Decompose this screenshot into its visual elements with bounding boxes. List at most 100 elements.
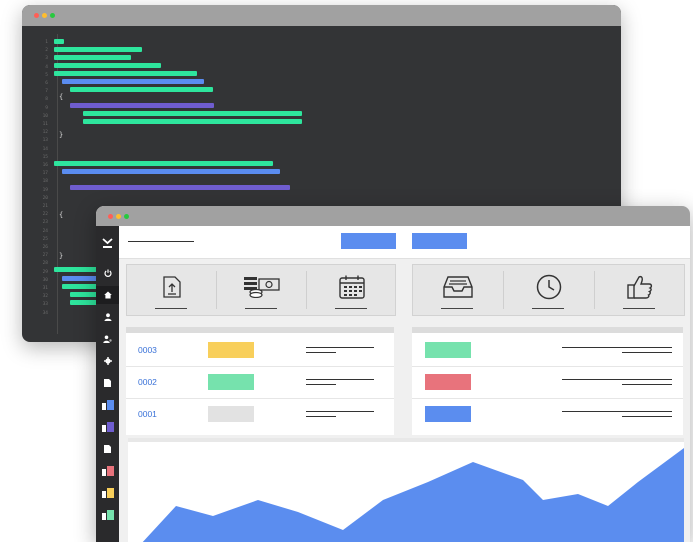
line-number: 16: [42, 163, 48, 168]
user-star-icon[interactable]: [96, 330, 119, 348]
line-number: 21: [42, 204, 48, 209]
user-badge-icon[interactable]: [96, 396, 119, 414]
quick-actions-panel-left: [126, 264, 396, 316]
minimize-dot[interactable]: [116, 214, 121, 219]
clock-icon: [536, 274, 561, 300]
line-number: 12: [42, 130, 48, 136]
records-table-left: 0003 0002 0001: [126, 327, 394, 435]
maximize-dot[interactable]: [124, 214, 129, 219]
home-icon[interactable]: [96, 286, 119, 304]
brace-open: {: [59, 211, 64, 219]
code-line: [83, 111, 302, 116]
action-label-line: [441, 308, 473, 309]
document-icon[interactable]: [96, 374, 119, 392]
line-number: 4: [45, 64, 48, 70]
row-id[interactable]: 0001: [138, 409, 157, 419]
document-icon[interactable]: [96, 440, 119, 458]
line-number: 26: [42, 245, 48, 250]
line-number: 34: [42, 310, 48, 316]
user-badge-icon[interactable]: [96, 506, 119, 524]
primary-button[interactable]: [341, 233, 396, 249]
table-row[interactable]: 0001: [126, 399, 394, 430]
line-number: 13: [42, 138, 48, 144]
area-chart-panel: [128, 438, 684, 542]
table-row[interactable]: [412, 399, 683, 430]
user-badge-icon[interactable]: [96, 462, 119, 480]
logo-icon[interactable]: [96, 232, 119, 254]
calendar-action[interactable]: [307, 265, 396, 315]
action-label-line: [245, 308, 277, 309]
power-icon[interactable]: [96, 264, 119, 282]
code-line: [70, 185, 290, 190]
line-number: 8: [45, 97, 48, 103]
thumbs-up-icon: [626, 275, 652, 299]
line-number: 7: [45, 89, 48, 95]
main-content: 0003 0002 0001: [119, 226, 690, 542]
text-placeholder: [622, 352, 672, 353]
status-swatch: [425, 406, 471, 422]
line-number: 22: [42, 212, 48, 218]
line-number: 24: [42, 228, 48, 234]
close-dot[interactable]: [108, 214, 113, 219]
text-placeholder: [306, 347, 374, 348]
line-number-gutter: 1 2 3 4 5 6 7 8 9 10 11 12 13 14 15 16 17 18 19 20 21 22 23 24 2…: [22, 26, 56, 342]
code-line: [54, 63, 161, 68]
gear-icon[interactable]: [96, 352, 119, 370]
table-row[interactable]: 0002: [126, 367, 394, 399]
table-row[interactable]: [412, 335, 683, 367]
user-icon[interactable]: [96, 308, 119, 326]
table-row[interactable]: 0003: [126, 335, 394, 367]
secondary-button[interactable]: [412, 233, 467, 249]
line-number: 23: [42, 220, 48, 226]
code-line: [54, 39, 64, 44]
code-line: [54, 267, 102, 272]
dashboard-titlebar: [96, 206, 690, 226]
code-line: [70, 87, 213, 92]
code-line: [70, 103, 214, 108]
row-id[interactable]: 0002: [138, 377, 157, 387]
inbox-action[interactable]: [413, 265, 502, 315]
brace-close: }: [59, 131, 64, 139]
line-number: 2: [45, 48, 48, 54]
line-number: 6: [45, 81, 48, 86]
inbox-tray-icon: [442, 276, 473, 298]
status-swatch: [208, 342, 254, 358]
brace-close: }: [59, 252, 64, 260]
upload-document-icon: [162, 276, 181, 298]
window-controls: [34, 13, 55, 18]
area-chart: [142, 448, 684, 542]
minimize-dot[interactable]: [42, 13, 47, 18]
close-dot[interactable]: [34, 13, 39, 18]
maximize-dot[interactable]: [50, 13, 55, 18]
row-id[interactable]: 0003: [138, 345, 157, 355]
text-placeholder: [306, 416, 336, 417]
calendar-icon: [338, 275, 365, 299]
status-swatch: [208, 406, 254, 422]
code-line: [54, 55, 131, 60]
like-action[interactable]: [595, 265, 684, 315]
history-action[interactable]: [504, 265, 593, 315]
line-number: 20: [42, 195, 48, 201]
table-row[interactable]: [412, 367, 683, 399]
page-title-placeholder: [128, 241, 194, 242]
text-placeholder: [306, 352, 336, 353]
status-swatch: [425, 374, 471, 390]
text-placeholder: [562, 379, 672, 380]
text-placeholder: [562, 347, 672, 348]
code-line: [83, 119, 302, 124]
payments-action[interactable]: [217, 265, 306, 315]
code-line: [54, 47, 142, 52]
line-number: 5: [45, 72, 48, 78]
line-number: 17: [42, 171, 48, 177]
records-table-right: [412, 327, 683, 435]
status-swatch: [208, 374, 254, 390]
code-line: [62, 79, 204, 84]
user-badge-icon[interactable]: [96, 418, 119, 436]
user-badge-icon[interactable]: [96, 484, 119, 502]
text-placeholder: [306, 379, 374, 380]
code-line: [62, 169, 280, 174]
line-number: 9: [45, 105, 48, 111]
text-placeholder: [306, 411, 374, 412]
line-number: 28: [42, 261, 48, 267]
upload-action[interactable]: [127, 265, 216, 315]
